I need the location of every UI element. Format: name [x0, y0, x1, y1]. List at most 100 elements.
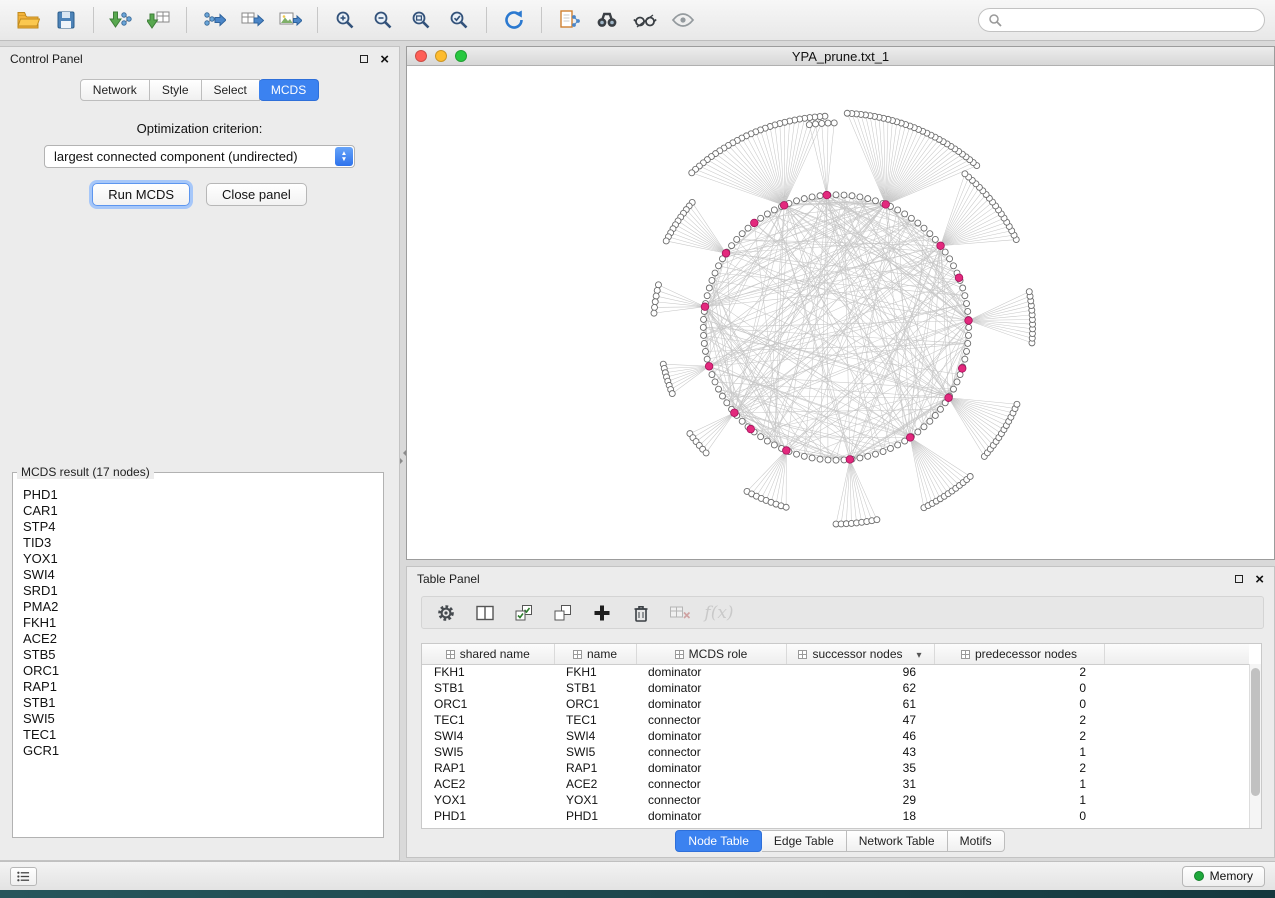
- network-document-button[interactable]: [551, 3, 587, 37]
- criterion-value: largest connected component (undirected): [54, 149, 298, 164]
- eye-icon: [671, 9, 695, 31]
- export-network-icon: [202, 9, 226, 31]
- mcds-result-item[interactable]: CAR1: [23, 503, 381, 519]
- table-settings-button[interactable]: [434, 601, 458, 625]
- document-share-icon: [557, 9, 581, 31]
- tab-network-table[interactable]: Network Table: [847, 830, 948, 852]
- tab-style[interactable]: Style: [150, 79, 202, 101]
- tab-network[interactable]: Network: [80, 79, 150, 101]
- mcds-result-item[interactable]: STB1: [23, 695, 381, 711]
- mcds-result-item[interactable]: TID3: [23, 535, 381, 551]
- table-row[interactable]: RAP1RAP1dominator352: [422, 760, 1249, 776]
- dropdown-stepper-icon: ▲▼: [335, 147, 353, 166]
- zoom-selected-button[interactable]: [441, 3, 477, 37]
- network-search-button[interactable]: [589, 3, 625, 37]
- tab-mcds[interactable]: MCDS: [259, 79, 319, 101]
- zoom-in-icon: [334, 9, 356, 31]
- table-row[interactable]: STB1STB1dominator620: [422, 680, 1249, 696]
- mcds-result-item[interactable]: SWI4: [23, 567, 381, 583]
- mcds-result-item[interactable]: GCR1: [23, 743, 381, 759]
- mcds-result-box: MCDS result (17 nodes) PHD1CAR1STP4TID3Y…: [12, 465, 384, 838]
- column-header-successor-nodes[interactable]: successor nodes▾: [786, 644, 934, 664]
- column-grid-icon: [961, 650, 970, 659]
- table-scrollbar[interactable]: [1249, 664, 1261, 828]
- toolbar-separator: [93, 7, 94, 33]
- mcds-result-item[interactable]: SRD1: [23, 583, 381, 599]
- mcds-result-item[interactable]: STB5: [23, 647, 381, 663]
- tab-edge-table[interactable]: Edge Table: [762, 830, 847, 852]
- mcds-result-item[interactable]: TEC1: [23, 727, 381, 743]
- table-row[interactable]: PHD1PHD1dominator180: [422, 808, 1249, 824]
- column-header-shared-name[interactable]: shared name: [422, 644, 554, 664]
- mcds-result-item[interactable]: YOX1: [23, 551, 381, 567]
- function-builder-button[interactable]: f(x): [707, 601, 731, 625]
- column-header-predecessor-nodes[interactable]: predecessor nodes: [934, 644, 1104, 664]
- delete-column-button[interactable]: [629, 601, 653, 625]
- float-panel-icon[interactable]: [360, 55, 368, 63]
- criterion-dropdown[interactable]: largest connected component (undirected)…: [44, 145, 355, 168]
- export-image-button[interactable]: [272, 3, 308, 37]
- float-table-panel-icon[interactable]: [1235, 575, 1243, 583]
- zoom-fit-button[interactable]: [403, 3, 439, 37]
- add-column-button[interactable]: [590, 601, 614, 625]
- mcds-result-item[interactable]: ORC1: [23, 663, 381, 679]
- mcds-result-item[interactable]: SWI5: [23, 711, 381, 727]
- mcds-result-item[interactable]: RAP1: [23, 679, 381, 695]
- tab-motifs[interactable]: Motifs: [948, 830, 1005, 852]
- table-body: FKH1FKH1dominator962STB1STB1dominator620…: [422, 664, 1249, 824]
- table-row[interactable]: YOX1YOX1connector291: [422, 792, 1249, 808]
- mcds-result-item[interactable]: PHD1: [23, 487, 381, 503]
- table-row[interactable]: TEC1TEC1connector472: [422, 712, 1249, 728]
- tab-select[interactable]: Select: [202, 79, 260, 101]
- memory-button[interactable]: Memory: [1182, 866, 1265, 887]
- toggle-graphics-details-button[interactable]: [627, 3, 663, 37]
- table-row[interactable]: ORC1ORC1dominator610: [422, 696, 1249, 712]
- task-history-button[interactable]: [10, 867, 37, 886]
- glasses-icon: [633, 9, 657, 31]
- table-row[interactable]: ACE2ACE2connector311: [422, 776, 1249, 792]
- close-panel-icon[interactable]: ×: [380, 52, 389, 67]
- mcds-result-item[interactable]: STP4: [23, 519, 381, 535]
- scrollbar-thumb[interactable]: [1251, 668, 1260, 796]
- show-hide-button[interactable]: [665, 3, 701, 37]
- close-panel-button[interactable]: Close panel: [206, 183, 307, 206]
- save-session-button[interactable]: [48, 3, 84, 37]
- table-row[interactable]: SWI4SWI4dominator462: [422, 728, 1249, 744]
- show-columns-button[interactable]: [473, 601, 497, 625]
- table-panel-tabs: Node Table Edge Table Network Table Moti…: [407, 830, 1274, 852]
- import-network-button[interactable]: [103, 3, 139, 37]
- export-network-button[interactable]: [196, 3, 232, 37]
- control-panel-title: Control Panel: [10, 52, 83, 66]
- table-row[interactable]: SWI5SWI5connector431: [422, 744, 1249, 760]
- control-panel-header: Control Panel ×: [0, 47, 399, 71]
- search-input[interactable]: [1008, 12, 1255, 29]
- import-table-button[interactable]: [141, 3, 177, 37]
- column-header-name[interactable]: name: [554, 644, 636, 664]
- mcds-result-item[interactable]: FKH1: [23, 615, 381, 631]
- fx-icon: f(x): [704, 603, 733, 623]
- tab-node-table[interactable]: Node Table: [675, 830, 762, 852]
- table-row[interactable]: FKH1FKH1dominator962: [422, 664, 1249, 680]
- zoom-in-button[interactable]: [327, 3, 363, 37]
- mcds-result-item[interactable]: ACE2: [23, 631, 381, 647]
- open-file-button[interactable]: [10, 3, 46, 37]
- toolbar-separator: [317, 7, 318, 33]
- table-panel: Table Panel ×: [406, 566, 1275, 858]
- mcds-result-list[interactable]: PHD1CAR1STP4TID3YOX1SWI4SRD1PMA2FKH1ACE2…: [15, 485, 381, 835]
- export-table-button[interactable]: [234, 3, 270, 37]
- network-graph[interactable]: [407, 66, 1274, 559]
- mcds-result-item[interactable]: PMA2: [23, 599, 381, 615]
- mcds-result-title: MCDS result (17 nodes): [17, 465, 154, 479]
- apply-layout-button[interactable]: [496, 3, 532, 37]
- select-all-button[interactable]: [512, 601, 536, 625]
- column-header-MCDS-role[interactable]: MCDS role: [636, 644, 786, 664]
- save-icon: [55, 9, 77, 31]
- close-table-panel-icon[interactable]: ×: [1255, 572, 1264, 587]
- optimization-criterion-label: Optimization criterion:: [0, 121, 399, 136]
- run-mcds-button[interactable]: Run MCDS: [92, 183, 190, 206]
- zoom-out-button[interactable]: [365, 3, 401, 37]
- sort-arrow-icon[interactable]: ▾: [917, 650, 922, 661]
- export-image-icon: [278, 9, 302, 31]
- delete-table-button[interactable]: [668, 601, 692, 625]
- deselect-all-button[interactable]: [551, 601, 575, 625]
